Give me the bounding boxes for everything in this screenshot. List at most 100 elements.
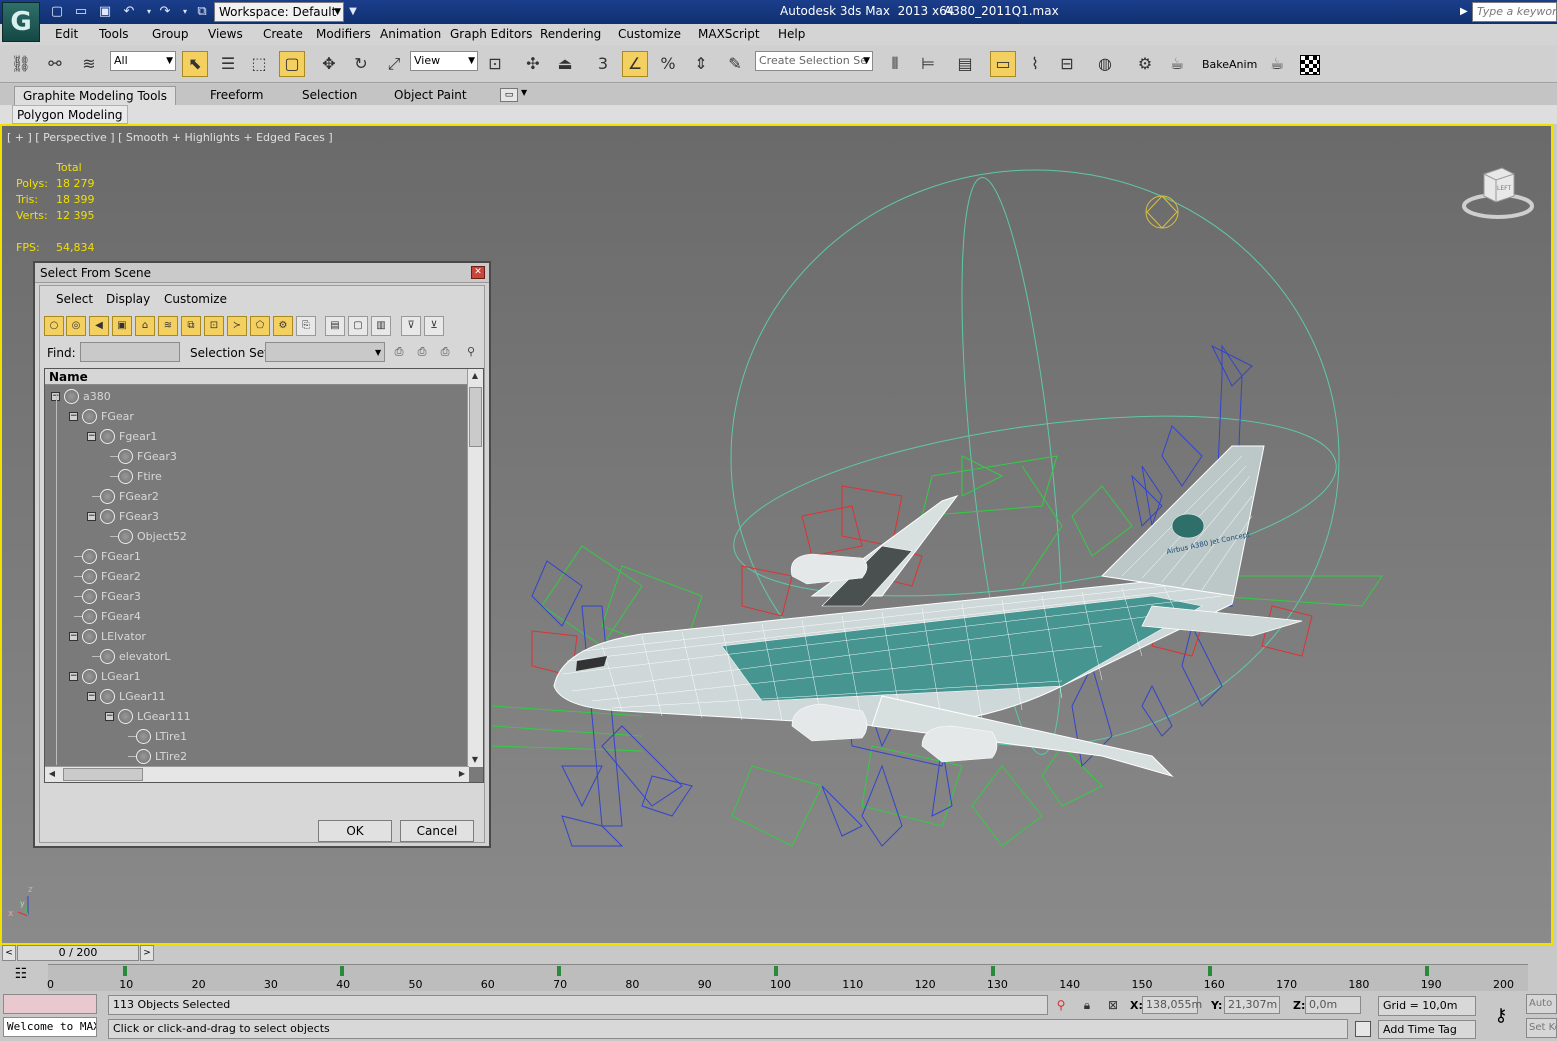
keyframe-marker[interactable] <box>557 966 562 976</box>
tab-freeform[interactable]: Freeform <box>202 86 271 105</box>
keyframe-marker[interactable] <box>123 966 128 976</box>
keyframe-marker[interactable] <box>340 966 345 976</box>
select-and-link-icon[interactable]: ⛓ <box>8 51 34 77</box>
tree-row[interactable]: − LGear111 <box>45 707 465 727</box>
add-selection-set-icon[interactable]: ⎙ <box>390 343 408 361</box>
tree-row[interactable]: − LGear11 <box>45 687 465 707</box>
keyframe-marker[interactable] <box>701 966 706 976</box>
menu-create[interactable]: Create <box>263 27 303 41</box>
search-expand-icon[interactable]: ▶ <box>1460 3 1472 21</box>
polygon-modeling-panel[interactable]: Polygon Modeling <box>12 105 128 124</box>
menu-views[interactable]: Views <box>208 27 243 41</box>
open-file-icon[interactable]: ▭ <box>72 3 90 21</box>
collapse-icon[interactable]: − <box>87 692 96 701</box>
display-frozen-icon[interactable]: ⚙ <box>273 316 293 336</box>
tree-row[interactable]: FGear3 <box>45 447 465 467</box>
tree-row[interactable]: LTire2 <box>45 747 465 767</box>
isolate-selection-icon[interactable]: ⚲ <box>1052 996 1070 1014</box>
menu-group[interactable]: Group <box>152 27 189 41</box>
tree-row[interactable]: elevatorL <box>45 647 465 667</box>
previous-frame-icon[interactable]: < <box>2 945 16 961</box>
scroll-left-icon[interactable]: ◀ <box>45 767 59 781</box>
keyframe-marker[interactable] <box>484 966 489 976</box>
tree-row[interactable]: −a380 <box>45 387 465 407</box>
render-setup-icon[interactable]: ⚙ <box>1132 51 1158 77</box>
material-editor-icon[interactable]: ◍ <box>1092 51 1118 77</box>
scroll-right-icon[interactable]: ▶ <box>455 767 469 781</box>
keyframe-marker[interactable] <box>629 966 634 976</box>
keyboard-shortcut-override-icon[interactable]: ⏏ <box>552 51 578 77</box>
edit-selection-set-icon[interactable]: ⎙ <box>436 343 454 361</box>
display-cameras-icon[interactable]: ▣ <box>112 316 132 336</box>
curve-editor-icon[interactable]: ⌇ <box>1022 51 1048 77</box>
track-timeline[interactable]: 0 10 20 30 40 50 60 70 80 90 100 110 120 130 140 150 160… <box>47 964 1528 991</box>
keyframe-marker[interactable] <box>51 966 55 976</box>
collapse-icon[interactable]: − <box>105 712 114 721</box>
maxscript-listener-output[interactable]: Welcome to MAXScript. <box>3 1017 97 1037</box>
collapse-icon[interactable]: − <box>69 412 78 421</box>
menu-animation[interactable]: Animation <box>380 27 441 41</box>
workspace-dropdown[interactable]: Workspace: Default ▼ <box>214 2 344 22</box>
keyframe-marker[interactable] <box>195 966 200 976</box>
menu-edit[interactable]: Edit <box>55 27 78 41</box>
named-selection-editor-icon[interactable]: ⚲ <box>462 343 480 361</box>
angle-snap-icon[interactable]: ∠ <box>622 51 648 77</box>
keyframe-marker[interactable] <box>774 966 778 976</box>
tree-row[interactable]: FGear2 <box>45 567 465 587</box>
select-none-icon[interactable]: ▢ <box>348 316 368 336</box>
keyframe-marker[interactable] <box>918 966 923 976</box>
next-frame-icon[interactable]: > <box>140 945 154 961</box>
reference-coordinate-dropdown[interactable]: View ▼ <box>410 51 478 71</box>
keyframe-marker[interactable] <box>846 966 851 976</box>
chevron-down-icon[interactable]: ▼ <box>375 348 381 357</box>
render-production-icon[interactable]: ☕ <box>1264 51 1290 77</box>
menu-modifiers[interactable]: Modifiers <box>316 27 371 41</box>
display-helpers-icon[interactable]: ⌂ <box>135 316 155 336</box>
auto-key-button[interactable]: Auto Key <box>1526 994 1557 1014</box>
y-coordinate-field[interactable]: 21,307m <box>1224 996 1280 1014</box>
schematic-view-icon[interactable]: ⊟ <box>1054 51 1080 77</box>
application-button[interactable]: G <box>2 2 40 42</box>
redo-icon[interactable]: ↷ <box>156 3 174 21</box>
absolute-offset-mode-icon[interactable]: ⊠ <box>1104 996 1122 1014</box>
named-selection-set-dropdown[interactable]: Create Selection Se ▼ <box>755 51 873 71</box>
rectangular-selection-icon[interactable]: ⬚ <box>246 51 272 77</box>
display-bones-icon[interactable]: ≻ <box>227 316 247 336</box>
select-and-scale-icon[interactable]: ⤢ <box>381 51 407 77</box>
horizontal-scroll-thumb[interactable] <box>63 768 143 781</box>
checker-icon[interactable] <box>1300 55 1320 75</box>
tree-row[interactable]: − Fgear1 <box>45 427 465 447</box>
tree-row[interactable]: LTire1 <box>45 727 465 747</box>
keyframe-marker[interactable] <box>1352 966 1357 976</box>
display-lights-icon[interactable]: ◀ <box>89 316 109 336</box>
maxscript-listener-input[interactable] <box>3 994 97 1014</box>
collapse-icon[interactable]: − <box>69 672 78 681</box>
find-input[interactable] <box>80 342 180 362</box>
dialog-menu-customize[interactable]: Customize <box>164 292 227 306</box>
keyframe-marker[interactable] <box>1280 966 1285 976</box>
x-coordinate-field[interactable]: 138,055m <box>1142 996 1202 1014</box>
scroll-up-icon[interactable]: ▲ <box>468 369 482 383</box>
mini-curve-editor-icon[interactable]: ☷ <box>10 966 32 986</box>
ribbon-minimize-icon[interactable]: ▭ <box>500 88 518 102</box>
select-all-icon[interactable]: ▤ <box>325 316 345 336</box>
menu-customize[interactable]: Customize <box>618 27 681 41</box>
vertical-scrollbar[interactable]: ▲ ▼ <box>467 369 483 767</box>
tree-row[interactable]: Object52 <box>45 527 465 547</box>
tree-row[interactable]: Ftire <box>45 467 465 487</box>
keyframe-marker[interactable] <box>267 966 272 976</box>
bind-to-space-warp-icon[interactable]: ≋ <box>76 51 102 77</box>
menu-help[interactable]: Help <box>778 27 805 41</box>
window-crossing-icon[interactable]: ▢ <box>279 51 305 77</box>
select-and-move-icon[interactable]: ✥ <box>316 51 342 77</box>
select-invert-icon[interactable]: ▥ <box>371 316 391 336</box>
z-coordinate-field[interactable]: 0,0m <box>1305 996 1361 1014</box>
keyframe-marker[interactable] <box>1207 966 1212 976</box>
set-key-button[interactable]: Set Key <box>1526 1018 1557 1038</box>
search-input[interactable]: Type a keyword or phrase <box>1472 2 1557 22</box>
project-folder-icon[interactable]: ⧉ <box>193 3 211 21</box>
keyframe-marker[interactable] <box>1497 966 1501 976</box>
display-hidden-icon[interactable]: ⎘ <box>296 316 316 336</box>
bakeanim-label[interactable]: BakeAnim <box>1202 58 1257 71</box>
redo-dropdown-icon[interactable]: ▾ <box>176 3 194 21</box>
